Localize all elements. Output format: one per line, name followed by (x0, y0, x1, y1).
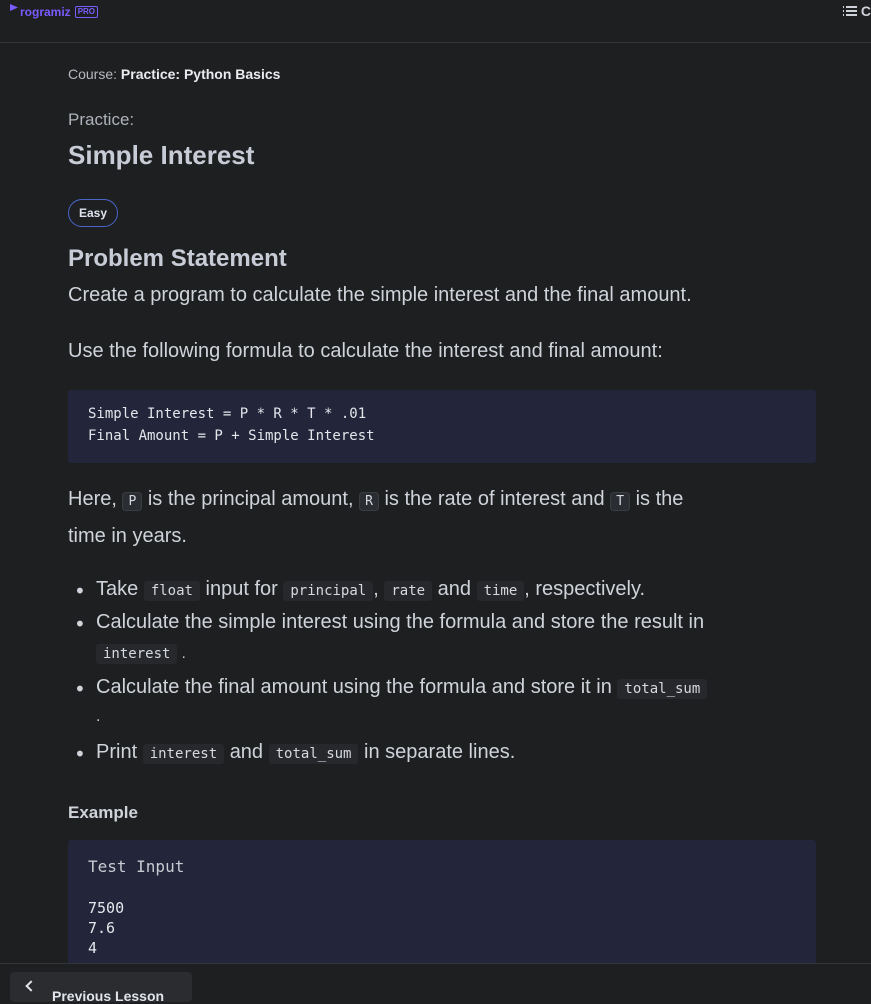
text: Print (96, 741, 138, 763)
logo-mark-icon (10, 4, 18, 11)
breadcrumb-prefix: Course: (68, 66, 118, 82)
test-input-line: 4 (88, 939, 98, 957)
inline-code: total_sum (268, 744, 359, 764)
pro-badge: PRO (74, 6, 99, 18)
bullet-dot: • (74, 612, 86, 636)
text: Take (96, 578, 139, 600)
bottom-nav-bar: Previous Lesson (0, 963, 871, 1004)
menu-button[interactable]: C (842, 3, 871, 19)
text: , respectively. (524, 578, 646, 600)
inline-code: total_sum (617, 679, 708, 699)
variables-explanation: Here, P is the principal amount, R is th… (68, 488, 683, 511)
breadcrumb: Course: Practice: Python Basics (68, 66, 280, 82)
text: and (229, 741, 264, 763)
logo-text: rogramiz (20, 5, 71, 19)
text: is the (635, 488, 684, 510)
bullet-dot: • (74, 579, 86, 603)
inline-code: rate (384, 581, 433, 601)
bullet-dot: • (74, 742, 86, 766)
breadcrumb-course-link[interactable]: Practice: Python Basics (121, 66, 281, 82)
list-item: Calculate the simple interest using the … (96, 611, 705, 633)
inline-code: R (359, 492, 379, 511)
formula-intro: Use the following formula to calculate t… (68, 340, 663, 362)
text: . (181, 645, 186, 662)
inline-code: float (143, 581, 200, 601)
list-item-cont: interest . (96, 644, 186, 664)
programiz-logo[interactable]: rogramiz PRO (10, 4, 99, 19)
inline-code: interest (96, 644, 178, 664)
inline-code: T (610, 492, 631, 511)
list-item: Calculate the final amount using the for… (96, 676, 708, 699)
text: is the rate of interest and (384, 488, 605, 510)
problem-statement-heading: Problem Statement (68, 245, 287, 272)
bullet-dot: • (74, 677, 86, 701)
text: Here, (68, 488, 117, 510)
inline-code: time (476, 581, 525, 601)
formula-code-block: Simple Interest = P * R * T * .01 Final … (68, 390, 816, 463)
text: input for (205, 578, 278, 600)
top-navbar: rogramiz PRO C (0, 0, 871, 43)
list-item: Take float input for principal, rate and… (96, 578, 645, 601)
list-item: Print interest and total_sum in separate… (96, 741, 515, 764)
text: and (437, 578, 471, 600)
previous-lesson-label: Previous Lesson (52, 988, 165, 1004)
formula-line: Final Amount = P + Simple Interest (88, 428, 375, 444)
formula-line: Simple Interest = P * R * T * .01 (88, 406, 367, 422)
list-item-cont: . (96, 708, 101, 725)
example-heading: Example (68, 803, 138, 822)
test-input-label: Test Input (88, 857, 185, 876)
inline-code: P (122, 492, 143, 511)
menu-label: C (860, 3, 871, 19)
test-input-line: 7.6 (88, 919, 116, 937)
text: in separate lines. (364, 741, 516, 763)
previous-lesson-button[interactable]: Previous Lesson (10, 972, 192, 1004)
problem-intro: Create a program to calculate the simple… (68, 284, 692, 306)
test-input-line: 7500 (88, 899, 125, 917)
page-title: Simple Interest (68, 140, 255, 170)
text: , (373, 578, 379, 600)
practice-label: Practice: (68, 110, 135, 129)
text: Calculate the final amount using the for… (96, 676, 612, 698)
text: is the principal amount, (147, 488, 354, 510)
variables-explanation-cont: time in years. (68, 525, 187, 547)
inline-code: interest (142, 744, 225, 764)
difficulty-badge: Easy (68, 199, 119, 227)
list-menu-icon (842, 5, 857, 17)
inline-code: principal (283, 581, 374, 601)
example-test-input-block: Test Input 7500 7.6 4 (68, 840, 816, 963)
chevron-left-icon (25, 980, 37, 992)
